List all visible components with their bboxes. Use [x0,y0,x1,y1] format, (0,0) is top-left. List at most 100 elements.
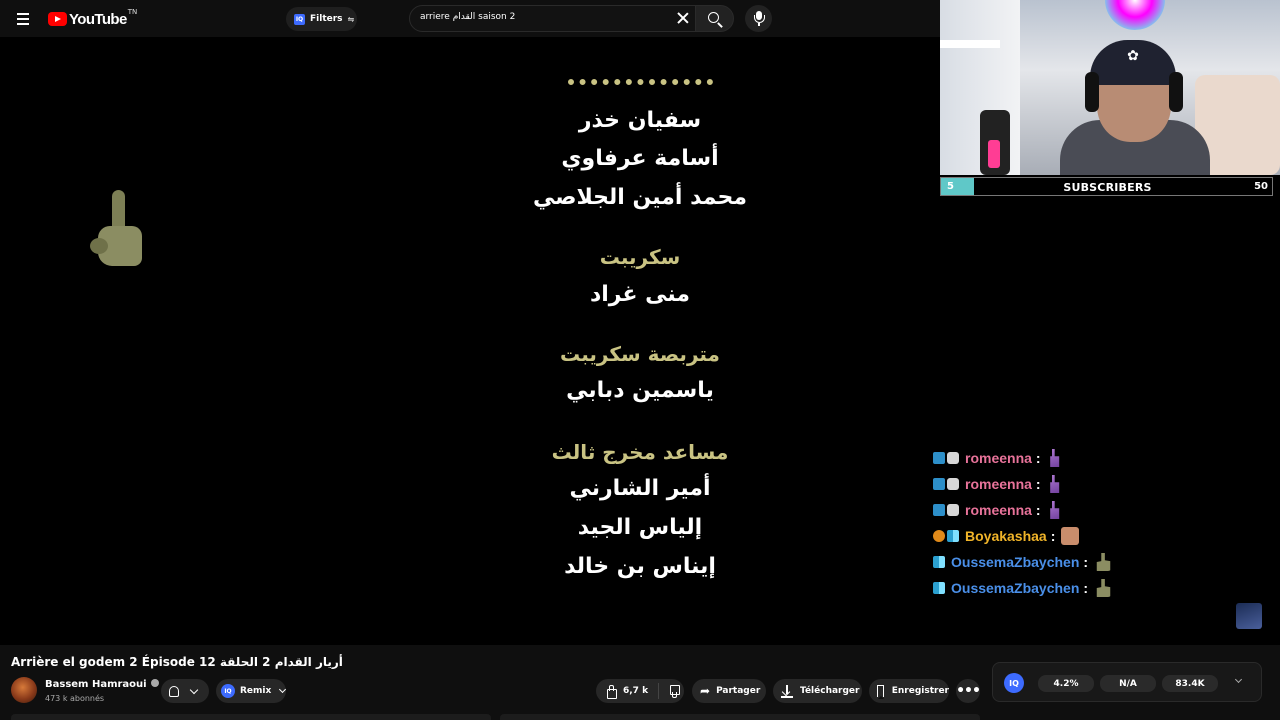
chevron-down-icon[interactable] [1234,675,1243,684]
download-button[interactable]: Télécharger [773,679,862,703]
credit-heading: متربصة سكريبت [560,342,720,366]
credit-line: إلياس الجيد [577,515,703,540]
share-icon: ➦ [700,684,711,698]
top-bar: YouTube TN IQ Filters ⇋ [0,0,940,37]
iq-icon[interactable]: IQ [1004,673,1024,693]
share-button[interactable]: ➦ Partager [692,679,766,703]
credit-line: إيناس بن خالد [564,554,716,579]
like-icon[interactable] [604,685,617,699]
logo-text: YouTube [69,10,127,28]
iq-icon: IQ [294,13,305,25]
chat-message: Boyakashaa : [933,523,1183,549]
prime-badge-icon [933,452,945,464]
chat-username: OussemaZbaychen [951,554,1080,570]
tune-icon: ⇋ [347,14,355,24]
like-count[interactable]: 6,7 k [623,686,648,696]
subscriber-goal-bar: 5 SUBSCRIBERS 50 [940,177,1273,196]
chevron-down-icon [279,685,287,694]
search-button[interactable] [695,5,734,32]
voice-search-button[interactable] [745,5,772,32]
youtube-logo[interactable]: YouTube TN [48,8,138,28]
credit-line: محمد أمين الجلاصي [532,185,748,210]
prime-badge-icon [933,504,945,516]
filters-label: Filters [310,14,343,24]
dislike-icon[interactable] [667,685,681,698]
chat-message: OussemaZbaychen : [933,575,1183,601]
chevron-down-icon [189,685,199,694]
stream-chat: romeenna : romeenna : romeenna : Boyakas… [933,445,1183,601]
credit-line: سفيان خذر [578,108,702,133]
chat-username: Boyakashaa [965,528,1047,544]
channel-name[interactable]: Bassem Hamraoui [45,679,159,690]
chat-username: romeenna [965,502,1032,518]
stat-value: N/A [1100,675,1156,692]
iq-icon: IQ [221,684,235,698]
bookmark-icon [877,685,884,699]
bell-icon [169,685,179,697]
verified-icon [150,679,159,687]
pattern-badge-icon [933,556,945,568]
streamer-mini-avatar [1236,603,1262,629]
subscriber-goal-label: SUBSCRIBERS [1063,181,1152,194]
credit-heading: مساعد مخرج ثالث [551,440,729,464]
recommendation-strip [500,714,980,720]
channel-name-text: Bassem Hamraoui [45,679,147,690]
search-icon [708,12,719,23]
chat-message: romeenna : [933,497,1183,523]
chat-message: romeenna : [933,445,1183,471]
chat-username: romeenna [965,450,1032,466]
stat-views: 83.4K [1162,675,1218,692]
hand-emote-icon [1050,501,1060,519]
face-emote-icon [1061,527,1080,545]
remix-button[interactable]: IQ Remix [216,679,287,703]
like-dislike-group: 6,7 k [596,679,684,703]
more-icon: ••• [956,683,981,699]
pattern-badge-icon [933,582,945,594]
credit-line: منى غراد [589,282,691,307]
moderator-badge-icon [947,478,959,490]
credit-heading: سكريبت [599,245,681,269]
video-info: Arrière el godem 2 Épisode 12 أريار القد… [0,645,1280,720]
chat-username: OussemaZbaychen [951,580,1080,596]
share-label: Partager [716,686,761,696]
subscriber-count: 473 k abonnés [45,694,105,703]
credit-line: أسامة عرفاوي [561,146,719,171]
chat-message: OussemaZbaychen : [933,549,1183,575]
notifications-button[interactable] [161,679,209,703]
logo-country-code: TN [127,8,138,16]
more-actions-button[interactable]: ••• [956,679,981,703]
channel-avatar[interactable] [11,677,37,703]
cap-logo-icon: ✿ [1127,48,1139,64]
youtube-play-icon [48,12,67,26]
credits-cut-heading [440,77,840,85]
thumbs-up-emote-image [86,188,146,283]
search-input[interactable] [420,12,660,22]
chat-message: romeenna : [933,471,1183,497]
thumbs-up-emote-icon [1096,553,1111,571]
stat-engagement: 4.2% [1038,675,1094,692]
save-label: Enregistrer [891,686,949,696]
menu-icon[interactable] [12,8,36,28]
search-box [409,5,696,32]
subscriber-goal-target: 50 [1254,181,1268,192]
moderator-badge-icon [947,452,959,464]
pattern-badge-icon [947,530,959,542]
moderator-badge-icon [947,504,959,516]
prime-badge-icon [933,478,945,490]
webcam-overlay: ✿ [940,0,1280,175]
download-icon [781,685,793,698]
download-label: Télécharger [800,686,860,696]
chat-username: romeenna [965,476,1032,492]
remix-label: Remix [240,686,272,696]
filters-button[interactable]: IQ Filters ⇋ [286,7,357,31]
credit-line: ياسمين دبابي [566,378,714,403]
subscriber-badge-icon [933,530,945,542]
credit-line: أمير الشارني [569,476,711,501]
save-button[interactable]: Enregistrer [869,679,949,703]
recommendation-strip [11,714,491,720]
clear-icon[interactable] [676,11,690,25]
video-title: Arrière el godem 2 Épisode 12 أريار القد… [11,655,343,669]
stats-panel: IQ 4.2% N/A 83.4K [992,662,1262,702]
hand-emote-icon [1050,475,1060,493]
hand-emote-icon [1050,449,1060,467]
